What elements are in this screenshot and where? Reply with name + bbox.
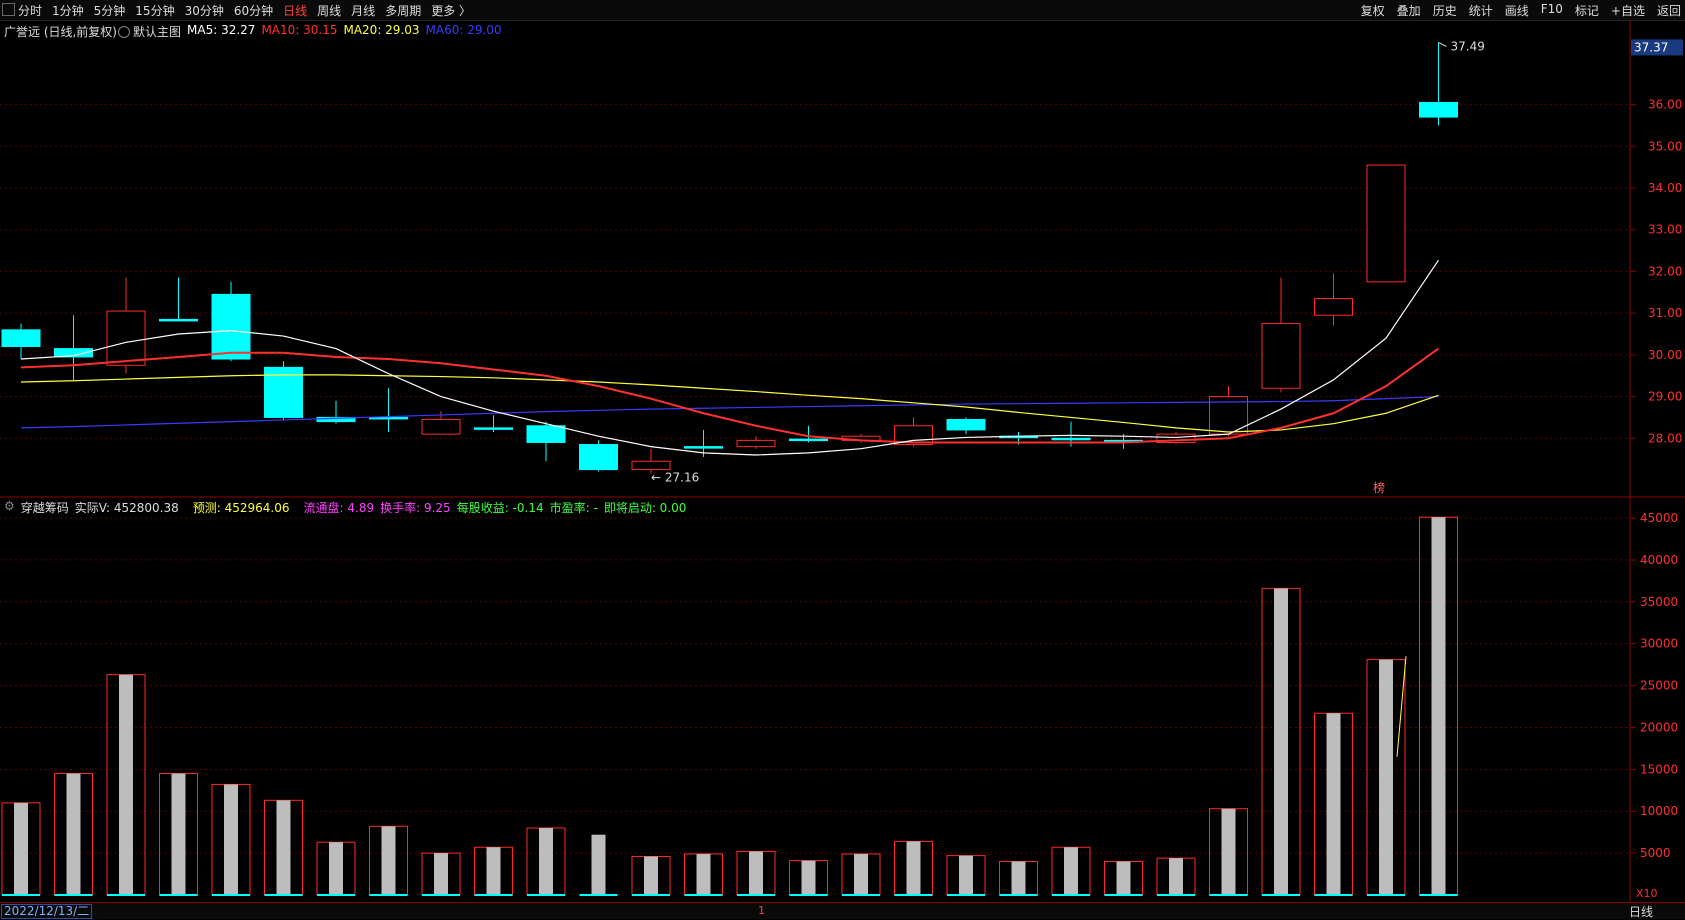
candle-body <box>421 419 461 435</box>
volume-tick-label: 35000 <box>1640 595 1678 609</box>
price-tick-label: 36.00 <box>1648 98 1682 112</box>
volume-multiplier: X10 <box>1636 887 1658 900</box>
price-axis: 36.00 35.00 34.00 33.00 32.00 31.00 30.00 29.00… <box>1630 39 1683 445</box>
volume-tick-label: 20000 <box>1640 720 1678 734</box>
candle-body <box>526 425 566 443</box>
volume-bar <box>644 856 658 895</box>
mark-glyph: 榜 <box>1373 480 1385 495</box>
volume-bar <box>539 827 553 895</box>
bottom-bar: 2022/12/13/二 1 日线 <box>0 902 1685 919</box>
volume-tick-label: 40000 <box>1640 553 1678 567</box>
volume-bar <box>486 847 501 895</box>
date-cursor[interactable]: 2022/12/13/二 <box>1 904 93 919</box>
volume-tick-label: 25000 <box>1640 679 1678 693</box>
candle-body <box>1051 437 1091 441</box>
candle-body <box>1419 101 1458 118</box>
candle-body <box>946 419 986 431</box>
volume-bar <box>434 853 448 895</box>
volume-bar <box>1431 517 1446 895</box>
price-tick-label: 33.00 <box>1648 223 1682 237</box>
low-label: ← 27.16 <box>651 470 699 484</box>
candle-body <box>369 416 408 420</box>
volume-tick-label: 15000 <box>1640 762 1678 776</box>
volume-tick-label: 10000 <box>1640 804 1678 818</box>
volume-axis: 45000 40000 35000 30000 25000 20000 15000 10000… <box>1630 511 1678 900</box>
candle-body <box>1314 298 1353 316</box>
volume-bar <box>171 773 186 895</box>
candle-body <box>684 446 723 449</box>
candle-body <box>159 318 198 322</box>
volume-bar <box>906 841 921 895</box>
candle-body <box>1366 164 1406 283</box>
volume-bar <box>1379 659 1393 895</box>
volume-bar <box>224 784 238 895</box>
high-pointer <box>1438 41 1447 47</box>
month-marker: 1 <box>758 904 765 917</box>
current-price-label: 37.37 <box>1634 40 1668 54</box>
volume-tick-label: 5000 <box>1640 846 1671 860</box>
candle-body <box>1261 323 1301 389</box>
volume-bar <box>749 851 763 895</box>
price-tick-label: 29.00 <box>1648 390 1682 404</box>
price-tick-label: 34.00 <box>1648 181 1682 195</box>
volume-bar <box>854 853 868 895</box>
volume-bars <box>1 516 1458 896</box>
volume-bar <box>329 842 343 895</box>
candle-body <box>1 329 41 348</box>
price-tick-label: 32.00 <box>1648 264 1682 278</box>
volume-tick-label: 45000 <box>1640 511 1678 525</box>
candles <box>1 42 1458 474</box>
volume-bar <box>66 773 81 895</box>
volume-bar <box>1221 808 1236 895</box>
price-tick-label: 30.00 <box>1648 348 1682 362</box>
period-label: 日线 <box>1628 905 1653 919</box>
candle-body <box>106 310 146 366</box>
volume-bar <box>591 834 606 895</box>
volume-bar <box>14 802 28 895</box>
candle-body <box>474 427 513 430</box>
volume-tick-label: 30000 <box>1640 637 1678 651</box>
high-label: 37.49 <box>1451 39 1485 53</box>
kline-chart[interactable]: 36.00 35.00 34.00 33.00 32.00 31.00 30.00 29.00… <box>0 0 1685 918</box>
volume-bar <box>1116 861 1131 895</box>
candle-body <box>736 439 776 448</box>
volume-bar <box>801 860 816 895</box>
volume-bar <box>1169 858 1183 895</box>
volume-bar <box>381 826 396 895</box>
candle-body <box>631 460 671 471</box>
volume-bar <box>1326 713 1341 895</box>
volume-bar <box>1011 861 1026 895</box>
price-tick-label: 35.00 <box>1648 139 1682 153</box>
volume-bar <box>696 853 711 895</box>
price-tick-label: 31.00 <box>1648 306 1682 320</box>
volume-bar <box>119 674 133 895</box>
chart-labels: 37.49 ← 27.16 榜 <box>651 39 1485 495</box>
volume-bar <box>1064 847 1078 895</box>
volume-bar <box>276 800 291 895</box>
volume-bar <box>959 855 973 895</box>
candle-body <box>211 293 251 360</box>
volume-bar <box>1274 588 1288 895</box>
candle-body <box>579 444 618 471</box>
price-tick-label: 28.00 <box>1648 431 1682 445</box>
candle-body <box>789 438 828 442</box>
